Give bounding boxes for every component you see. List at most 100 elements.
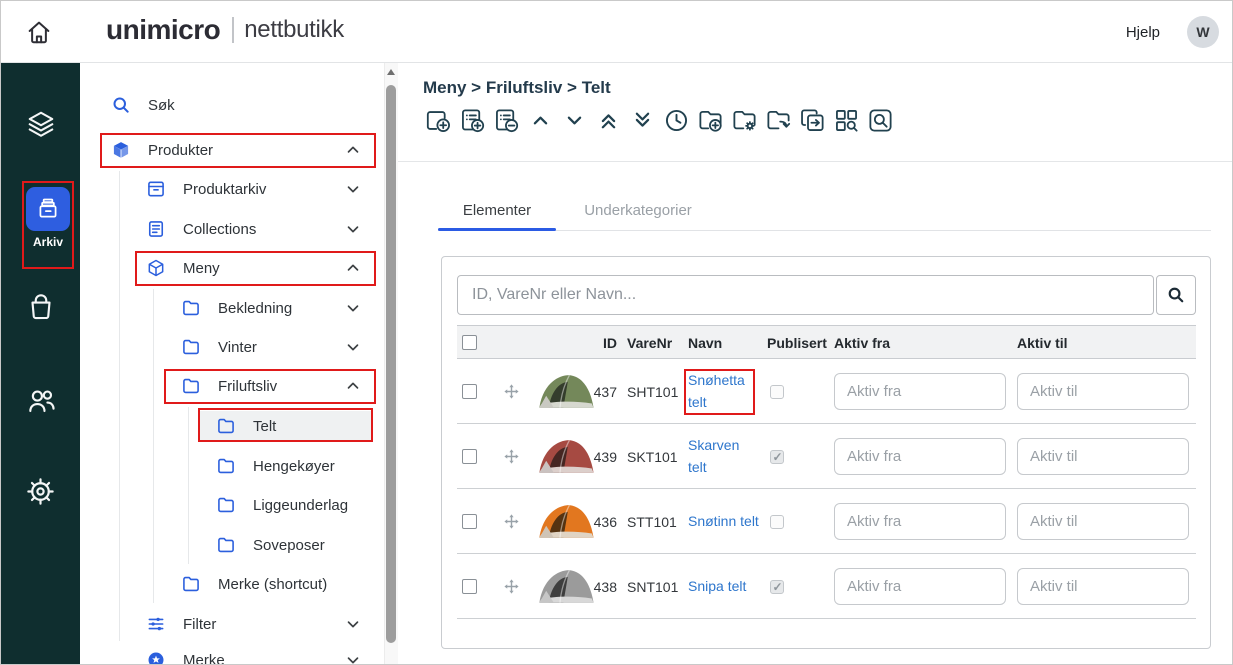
row-checkbox[interactable] <box>462 514 477 529</box>
product-link[interactable]: Skarven telt <box>688 435 756 478</box>
help-link[interactable]: Hjelp <box>1126 24 1160 41</box>
move-down-icon[interactable] <box>561 107 588 134</box>
tree-item-telt[interactable]: Telt <box>216 409 276 443</box>
column-header-navn: Navn <box>688 326 722 360</box>
gear-icon[interactable] <box>1 476 80 507</box>
product-link[interactable]: Snipa telt <box>688 576 746 598</box>
aktiv-fra-input[interactable] <box>834 438 1006 475</box>
archive-highlight-box <box>22 181 74 269</box>
drag-handle-icon[interactable] <box>503 554 520 619</box>
drag-handle-icon[interactable] <box>503 424 520 489</box>
home-icon[interactable] <box>24 17 54 47</box>
tree-item-label: Filter <box>183 616 216 633</box>
toolbar-divider <box>398 161 1233 162</box>
chevron-up-icon[interactable] <box>344 377 362 395</box>
add-category-icon[interactable] <box>425 107 452 134</box>
table-search-button[interactable] <box>1156 275 1196 315</box>
aktiv-til-input[interactable] <box>1017 503 1189 540</box>
move-to-top-icon[interactable] <box>595 107 622 134</box>
chevron-up-icon[interactable] <box>344 259 362 277</box>
aktiv-fra-input[interactable] <box>834 568 1006 605</box>
tree-guide <box>188 407 189 564</box>
folder-settings-icon[interactable] <box>731 107 758 134</box>
publisert-checkbox[interactable] <box>770 450 784 464</box>
aktiv-fra-input[interactable] <box>834 503 1006 540</box>
tab-underkategorier[interactable]: Underkategorier <box>576 190 700 230</box>
publisert-checkbox[interactable] <box>770 580 784 594</box>
tree-item-label: Collections <box>183 221 256 238</box>
drag-handle-icon[interactable] <box>503 489 520 554</box>
move-up-icon[interactable] <box>527 107 554 134</box>
users-icon[interactable] <box>1 385 80 417</box>
tree-item-produktarkiv[interactable]: Produktarkiv <box>146 172 266 206</box>
tree-item-label: Liggeunderlag <box>253 497 348 514</box>
tree-item-meny[interactable]: Meny <box>146 251 220 285</box>
move-to-bottom-icon[interactable] <box>629 107 656 134</box>
tree-item-bekledning[interactable]: Bekledning <box>181 291 292 325</box>
add-list-item-icon[interactable] <box>459 107 486 134</box>
folder-icon <box>181 298 201 318</box>
folder-icon <box>181 337 201 357</box>
search-icon <box>1166 285 1186 305</box>
grid-search-icon[interactable] <box>833 107 860 134</box>
tree-item-label: Søk <box>148 97 175 114</box>
scrollbar-thumb[interactable] <box>386 85 396 643</box>
chevron-down-icon[interactable] <box>344 615 362 633</box>
drag-handle-icon[interactable] <box>503 359 520 424</box>
tree-item-label: Bekledning <box>218 300 292 317</box>
product-link[interactable]: Snøtinn telt <box>688 511 759 533</box>
row-checkbox[interactable] <box>462 449 477 464</box>
brand-product: nettbutikk <box>244 16 344 44</box>
tree-item-merke-shortcut[interactable]: Merke (shortcut) <box>181 567 327 601</box>
remove-list-item-icon[interactable] <box>493 107 520 134</box>
tree-item-merke[interactable]: Merke <box>146 643 225 665</box>
row-checkbox[interactable] <box>462 384 477 399</box>
layers-icon[interactable] <box>1 109 80 139</box>
tab-elementer[interactable]: Elementer <box>438 190 556 230</box>
folder-icon <box>216 456 236 476</box>
shopping-bag-icon[interactable] <box>1 291 80 321</box>
chevron-down-icon[interactable] <box>344 299 362 317</box>
select-all-checkbox[interactable] <box>462 335 477 350</box>
chevron-down-icon[interactable] <box>344 180 362 198</box>
chevron-down-icon[interactable] <box>344 651 362 665</box>
cell-id: 437 <box>587 359 617 424</box>
cell-varenr: STT101 <box>627 489 677 554</box>
aktiv-til-input[interactable] <box>1017 438 1189 475</box>
table-row: 439 SKT101 Skarven telt <box>457 424 1196 489</box>
move-folder-icon[interactable] <box>765 107 792 134</box>
aktiv-fra-input[interactable] <box>834 373 1006 410</box>
product-link[interactable]: Snøhetta telt <box>688 370 756 413</box>
cell-varenr: SHT101 <box>627 359 678 424</box>
tree-item-friluftsliv[interactable]: Friluftsliv <box>181 369 277 403</box>
user-avatar[interactable]: W <box>1187 16 1219 48</box>
chevron-up-icon[interactable] <box>344 141 362 159</box>
table-search-input[interactable] <box>457 275 1154 315</box>
export-folder-icon[interactable] <box>799 107 826 134</box>
publisert-checkbox[interactable] <box>770 515 784 529</box>
tree-item-sok[interactable]: Søk <box>111 88 175 122</box>
copy-add-folder-icon[interactable] <box>697 107 724 134</box>
tree-item-liggeunderlag[interactable]: Liggeunderlag <box>216 488 348 522</box>
column-header-publisert: Publisert <box>767 326 827 360</box>
aktiv-til-input[interactable] <box>1017 373 1189 410</box>
aktiv-til-input[interactable] <box>1017 568 1189 605</box>
icon-sidebar: Arkiv <box>1 63 80 665</box>
chevron-down-icon[interactable] <box>344 338 362 356</box>
chevron-down-icon[interactable] <box>344 220 362 238</box>
folder-icon <box>181 574 201 594</box>
tree-item-filter[interactable]: Filter <box>146 607 216 641</box>
scrollbar-up-arrow[interactable] <box>387 69 395 75</box>
tree-item-vinter[interactable]: Vinter <box>181 330 257 364</box>
folder-icon <box>216 416 236 436</box>
tree-item-soveposer[interactable]: Soveposer <box>216 528 325 562</box>
tree-item-hengekoyer[interactable]: Hengekøyer <box>216 449 335 483</box>
tree-item-label: Produktarkiv <box>183 181 266 198</box>
tree-item-label: Meny <box>183 260 220 277</box>
tree-item-produkter[interactable]: Produkter <box>111 133 213 167</box>
history-icon[interactable] <box>663 107 690 134</box>
publisert-checkbox[interactable] <box>770 385 784 399</box>
search-preview-icon[interactable] <box>867 107 894 134</box>
tree-item-collections[interactable]: Collections <box>146 212 256 246</box>
row-checkbox[interactable] <box>462 579 477 594</box>
